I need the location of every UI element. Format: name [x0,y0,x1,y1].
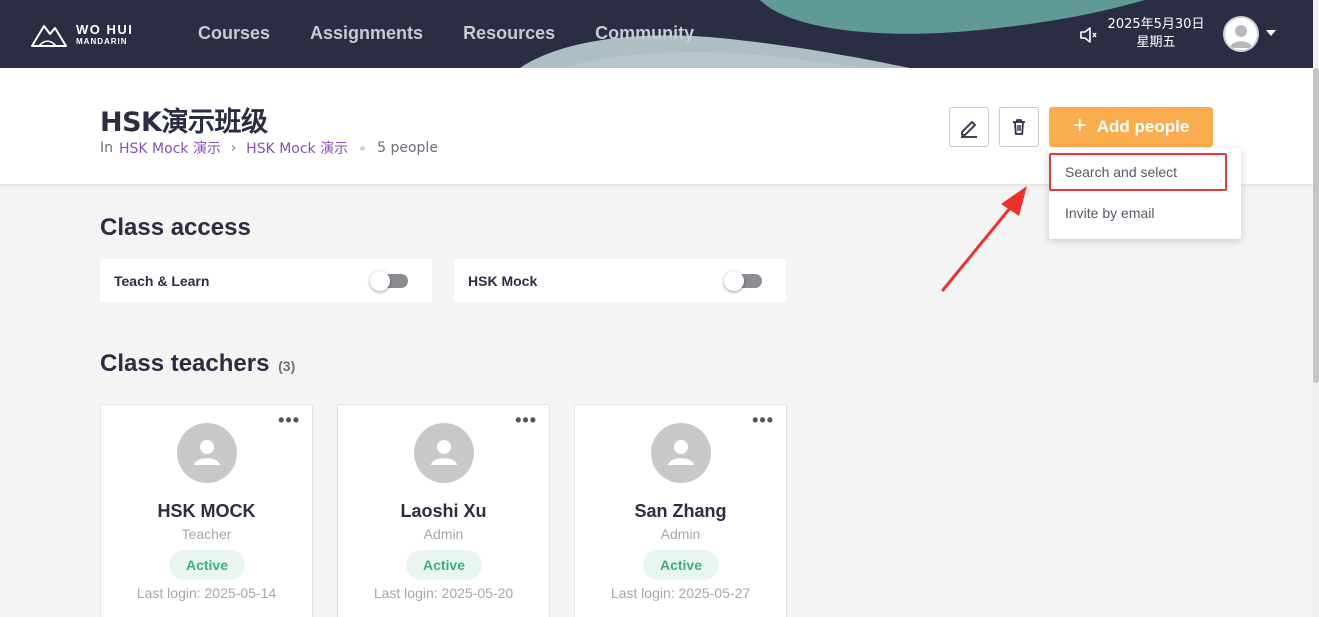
nav-assignments[interactable]: Assignments [310,23,423,44]
chevron-right-icon: › [230,140,237,156]
page-title: HSK演示班级 [100,107,268,138]
teacher-role: Teacher [181,526,232,542]
hsk-mock-toggle[interactable] [724,271,762,291]
teacher-role: Admin [660,526,701,542]
edit-button[interactable] [949,107,989,147]
user-icon [1230,25,1252,48]
last-login: Last login: 2025-05-27 [610,585,751,601]
avatar [651,423,711,483]
access-label: HSK Mock [468,272,538,289]
teacher-card[interactable]: ••• Laoshi Xu Admin Active Last login: 2… [337,404,550,617]
user-icon [668,440,694,465]
teacher-card[interactable]: ••• San Zhang Admin Active Last login: 2… [574,404,787,617]
breadcrumb-prefix: In [100,140,114,156]
add-people-button[interactable]: + Add people [1049,107,1213,147]
pencil-icon [961,121,977,138]
plus-icon: + [1072,112,1087,139]
breadcrumb-link-2[interactable]: HSK Mock 演示 [246,138,348,158]
status-badge: Active [169,550,245,580]
brand-logo[interactable]: WO HUI MANDARIN [30,20,133,48]
status-badge: Active [406,550,482,580]
add-people-dropdown: Search and select Invite by email [1049,148,1241,239]
delete-button[interactable] [999,107,1039,147]
date-display: 2025年5月30日 星期五 [1100,16,1212,52]
nav-resources[interactable]: Resources [463,23,555,44]
mountain-logo-icon [31,25,67,47]
teacher-card[interactable]: ••• HSK MOCK Teacher Active Last login: … [100,404,313,617]
nav-courses[interactable]: Courses [198,23,270,44]
more-options-icon[interactable]: ••• [278,411,300,429]
user-avatar[interactable] [1223,16,1259,52]
teach-learn-toggle[interactable] [370,271,408,291]
teacher-name: Laoshi Xu [400,501,487,521]
user-icon [194,440,220,465]
top-navbar: WO HUI MANDARIN Courses Assignments Reso… [0,0,1313,68]
access-label: Teach & Learn [114,272,210,289]
menu-item-invite-by-email[interactable]: Invite by email [1049,194,1241,232]
class-teachers-label: Class teachers [100,350,270,377]
access-card-hsk-mock: HSK Mock [454,259,786,302]
avatar [414,423,474,483]
last-login: Last login: 2025-05-14 [136,585,277,601]
avatar [177,423,237,483]
breadcrumb-link-1[interactable]: HSK Mock 演示 [119,138,221,158]
more-options-icon[interactable]: ••• [515,411,537,429]
people-count: 5 people [377,140,438,156]
class-access-title: Class access [100,214,251,241]
weekday-text: 星期五 [1136,35,1176,50]
last-login: Last login: 2025-05-20 [373,585,514,601]
brand-name: WO HUI [76,21,134,37]
page-scrollbar-thumb[interactable] [1313,68,1319,383]
access-card-teach-learn: Teach & Learn [100,259,432,302]
brand-subtitle: MANDARIN [76,36,128,46]
breadcrumb: In HSK Mock 演示 › HSK Mock 演示 5 people [100,138,438,158]
toggle-knob [370,271,390,291]
date-text: 2025年5月30日 [1107,17,1205,32]
toggle-knob [724,271,744,291]
annotation-arrow-icon [941,186,1027,292]
trash-icon [1013,119,1025,135]
add-people-label: Add people [1096,117,1190,136]
menu-item-search-and-select[interactable]: Search and select [1049,153,1241,191]
more-options-icon[interactable]: ••• [752,411,774,429]
status-badge: Active [643,550,719,580]
teacher-role: Admin [423,526,464,542]
speaker-icon[interactable] [1078,25,1098,45]
user-icon [431,440,457,465]
teacher-count: (3) [278,358,296,374]
user-menu-chevron-down-icon[interactable] [1266,30,1276,36]
main-nav: Courses Assignments Resources Community [198,23,694,44]
class-teachers-title: Class teachers (3) [100,350,295,378]
teacher-name: San Zhang [634,501,727,521]
separator-dot [360,145,366,151]
nav-community[interactable]: Community [595,23,694,44]
teacher-name: HSK MOCK [157,501,256,521]
